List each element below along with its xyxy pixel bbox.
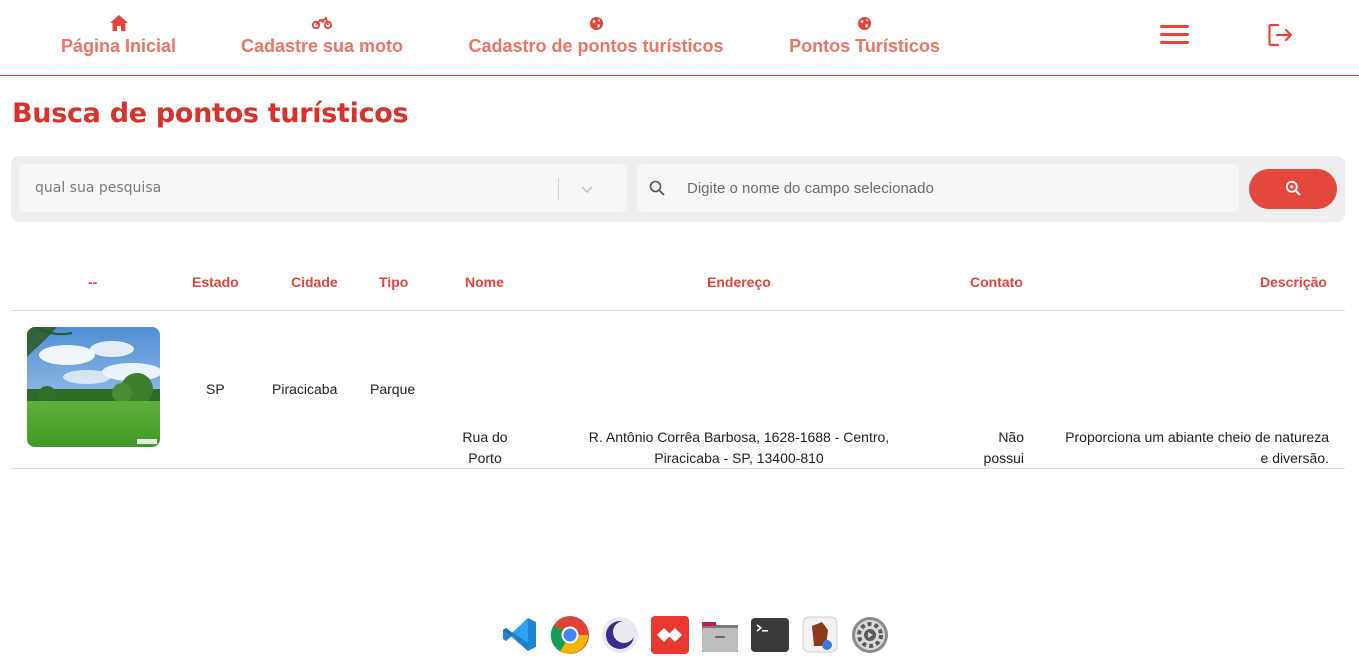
nav-label-moto: Cadastre sua moto <box>240 36 404 56</box>
hamburger-menu-icon[interactable] <box>1160 25 1189 45</box>
anydesk-icon[interactable] <box>650 614 690 655</box>
top-navbar: Página Inicial Cadastre sua moto Cadastr… <box>0 0 1359 76</box>
results-table: -- Estado Cidade Tipo Nome Endereço Cont… <box>11 252 1345 469</box>
cell-cidade: Piracicaba <box>272 381 338 397</box>
search-field-select[interactable]: qual sua pesquisa <box>19 164 627 212</box>
table-row[interactable]: SP Piracicaba Parque Rua do Porto R. Ant… <box>11 311 1345 469</box>
cell-descricao-line2: e diversão. <box>1260 450 1329 466</box>
logout-icon[interactable] <box>1268 23 1294 47</box>
eclipse-icon[interactable] <box>600 614 640 655</box>
column-header-image: -- <box>88 274 98 290</box>
column-header-nome: Nome <box>465 274 504 290</box>
nav-item-home[interactable]: Página Inicial <box>61 14 176 57</box>
settings-icon[interactable] <box>850 614 890 655</box>
cell-tipo: Parque <box>370 381 416 397</box>
park-photo <box>27 327 160 447</box>
home-icon <box>109 14 128 32</box>
column-header-estado: Estado <box>192 274 239 290</box>
nav-label-home: Página Inicial <box>60 36 177 56</box>
select-placeholder: qual sua pesquisa <box>35 180 162 196</box>
search-panel: qual sua pesquisa <box>11 156 1345 222</box>
files-icon[interactable] <box>700 614 740 655</box>
terminal-icon[interactable] <box>750 614 790 655</box>
nav-label-cadastro-pontos: Cadastro de pontos turísticos <box>468 36 724 56</box>
vscode-icon[interactable] <box>500 614 540 655</box>
cell-contato: Não possui <box>951 427 1024 469</box>
select-divider <box>558 178 559 200</box>
cell-nome-line2: Porto <box>468 450 502 466</box>
column-header-cidade: Cidade <box>291 274 338 290</box>
search-input[interactable] <box>687 172 1227 204</box>
column-header-endereco: Endereço <box>707 274 771 290</box>
chevron-down-icon[interactable] <box>579 181 595 197</box>
search-button[interactable] <box>1249 169 1337 209</box>
search-icon <box>649 180 665 196</box>
column-header-contato: Contato <box>970 274 1023 290</box>
search-input-wrapper <box>637 164 1239 212</box>
page-title: Busca de pontos turísticos <box>12 98 409 129</box>
column-header-tipo: Tipo <box>379 274 409 290</box>
column-header-descricao: Descrição <box>1260 274 1327 290</box>
nav-item-pontos-turisticos[interactable]: Pontos Turísticos <box>789 14 940 57</box>
motorcycle-icon <box>312 14 332 32</box>
cell-estado: SP <box>206 381 225 397</box>
nav-item-cadastro-pontos[interactable]: Cadastro de pontos turísticos <box>468 14 724 57</box>
table-header: -- Estado Cidade Tipo Nome Endereço Cont… <box>11 252 1345 311</box>
cell-contato-line1: Não <box>998 429 1024 445</box>
globe-icon <box>589 14 604 32</box>
chrome-icon[interactable] <box>550 614 590 655</box>
search-icon <box>1285 180 1301 199</box>
nav-label-pontos-turisticos: Pontos Turísticos <box>789 36 940 56</box>
cell-endereco-line2: Piracicaba - SP, 13400-810 <box>654 450 824 466</box>
cell-descricao: Proporciona um abiante cheio de natureza… <box>1041 427 1329 469</box>
globe-icon <box>857 14 872 32</box>
taskbar-dock <box>500 614 890 655</box>
cell-descricao-line1: Proporciona um abiante cheio de natureza <box>1065 429 1329 445</box>
cell-endereco: R. Antônio Corrêa Barbosa, 1628-1688 - C… <box>559 427 919 469</box>
cell-endereco-line1: R. Antônio Corrêa Barbosa, 1628-1688 - C… <box>588 429 890 445</box>
cell-nome: Rua do Porto <box>445 427 525 469</box>
cell-contato-line2: possui <box>983 450 1024 466</box>
beekeeper-icon[interactable] <box>800 614 840 655</box>
cell-nome-line1: Rua do <box>462 429 508 445</box>
nav-item-moto[interactable]: Cadastre sua moto <box>241 14 403 57</box>
